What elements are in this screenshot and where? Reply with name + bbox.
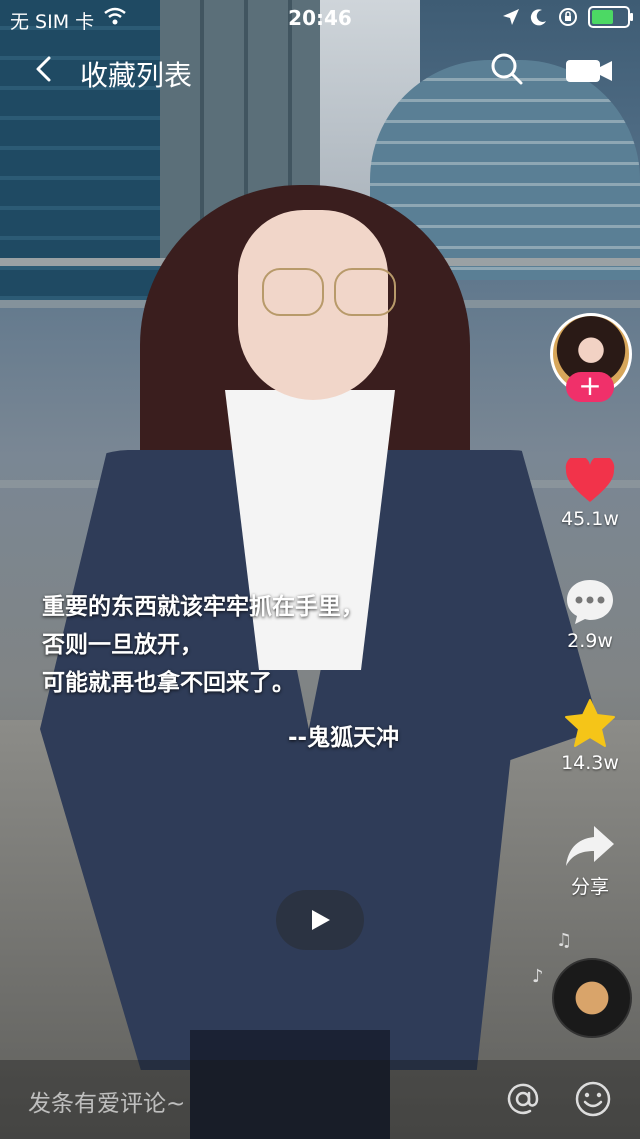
comment-count: 2.9w — [567, 630, 613, 652]
comment-button[interactable]: 2.9w — [548, 578, 632, 652]
comment-bar: 发条有爱评论~ — [0, 1060, 640, 1139]
moon-icon — [530, 9, 546, 26]
follow-button[interactable]: + — [566, 372, 614, 402]
building-left — [0, 0, 170, 300]
person-glasses — [262, 268, 402, 318]
star-icon — [565, 699, 615, 747]
play-icon — [312, 910, 330, 930]
rotation-lock-icon — [559, 8, 577, 26]
emoji-icon[interactable] — [574, 1080, 612, 1118]
like-button[interactable]: 45.1w — [548, 455, 632, 530]
status-icons — [502, 6, 633, 28]
share-button[interactable]: 分享 — [548, 822, 632, 899]
camera-icon[interactable] — [566, 58, 612, 84]
comment-input[interactable]: 发条有爱评论~ — [28, 1084, 185, 1118]
music-note-icon: ♫ — [556, 930, 573, 951]
video-frame[interactable] — [0, 0, 640, 1139]
like-count: 45.1w — [561, 508, 619, 530]
back-arrow-icon[interactable] — [30, 54, 60, 84]
share-label: 分享 — [570, 876, 609, 898]
quote-line: 重要的东西就该牢牢抓在手里， — [42, 594, 364, 620]
comment-bubble-icon — [567, 580, 613, 624]
search-icon[interactable] — [490, 52, 524, 86]
play-button[interactable] — [276, 890, 364, 950]
page-title: 收藏列表 — [80, 59, 193, 92]
status-bar: 无 SIM 卡 20:46 — [0, 0, 640, 36]
music-note-icon: ♪ — [532, 966, 544, 987]
quote-author: --鬼狐天冲 — [288, 725, 400, 751]
battery-icon — [588, 6, 633, 28]
favorite-count: 14.3w — [561, 752, 619, 774]
quote-line: 否则一旦放开， — [42, 632, 203, 658]
nav-bar: 收藏列表 — [0, 46, 640, 96]
favorite-button[interactable]: 14.3w — [548, 698, 632, 774]
location-icon — [503, 9, 519, 25]
caption-quote: 重要的东西就该牢牢抓在手里， 否则一旦放开， 可能就再也拿不回来了。 — [42, 588, 364, 702]
share-arrow-icon — [566, 826, 614, 866]
heart-icon — [565, 455, 615, 502]
music-disc[interactable] — [552, 958, 632, 1038]
mention-icon[interactable] — [504, 1080, 542, 1118]
quote-line: 可能就再也拿不回来了。 — [42, 670, 295, 696]
